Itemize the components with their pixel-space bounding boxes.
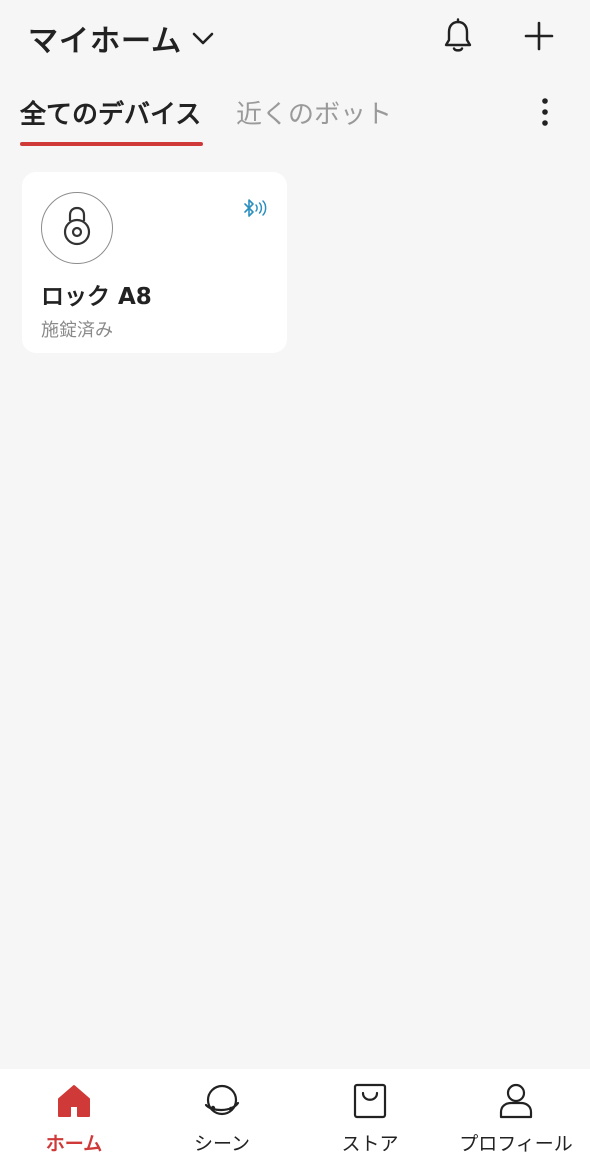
home-title: マイホーム bbox=[28, 24, 183, 59]
bottom-navigation: ホーム シーン ストア プロフィール bbox=[0, 1069, 590, 1171]
chevron-down-icon bbox=[190, 25, 216, 51]
active-tab-indicator bbox=[20, 142, 203, 146]
more-vertical-icon bbox=[541, 97, 549, 131]
nav-item-scene[interactable]: シーン bbox=[148, 1069, 296, 1171]
tab-nearby-bots[interactable]: 近くのボット bbox=[236, 94, 392, 131]
home-icon bbox=[54, 1081, 94, 1121]
more-options-button[interactable] bbox=[523, 92, 567, 136]
shopping-bag-icon bbox=[350, 1081, 390, 1121]
nav-label-scene: シーン bbox=[193, 1133, 251, 1155]
top-bar: マイホーム bbox=[0, 0, 590, 80]
nav-item-home[interactable]: ホーム bbox=[0, 1069, 148, 1171]
device-card-lock[interactable]: ロック A8 施錠済み bbox=[22, 172, 287, 353]
tab-all-devices[interactable]: 全てのデバイス bbox=[20, 94, 201, 131]
home-selector[interactable]: マイホーム bbox=[28, 16, 216, 60]
device-status: 施錠済み bbox=[41, 320, 113, 341]
nav-item-store[interactable]: ストア bbox=[296, 1069, 444, 1171]
bell-icon bbox=[441, 18, 475, 58]
add-device-button[interactable] bbox=[517, 16, 561, 60]
device-tabs: 全てのデバイス 近くのボット bbox=[0, 88, 590, 150]
plus-icon bbox=[523, 20, 555, 56]
device-icon-frame bbox=[41, 192, 113, 264]
notification-button[interactable] bbox=[436, 16, 480, 60]
user-icon bbox=[496, 1081, 536, 1121]
device-name: ロック A8 bbox=[41, 284, 152, 310]
nav-label-store: ストア bbox=[341, 1133, 399, 1155]
nav-label-profile: プロフィール bbox=[459, 1133, 573, 1155]
scene-icon bbox=[202, 1081, 242, 1121]
nav-label-home: ホーム bbox=[45, 1133, 103, 1155]
bluetooth-icon bbox=[242, 198, 270, 220]
nav-item-profile[interactable]: プロフィール bbox=[442, 1069, 590, 1171]
lock-icon bbox=[59, 205, 95, 251]
